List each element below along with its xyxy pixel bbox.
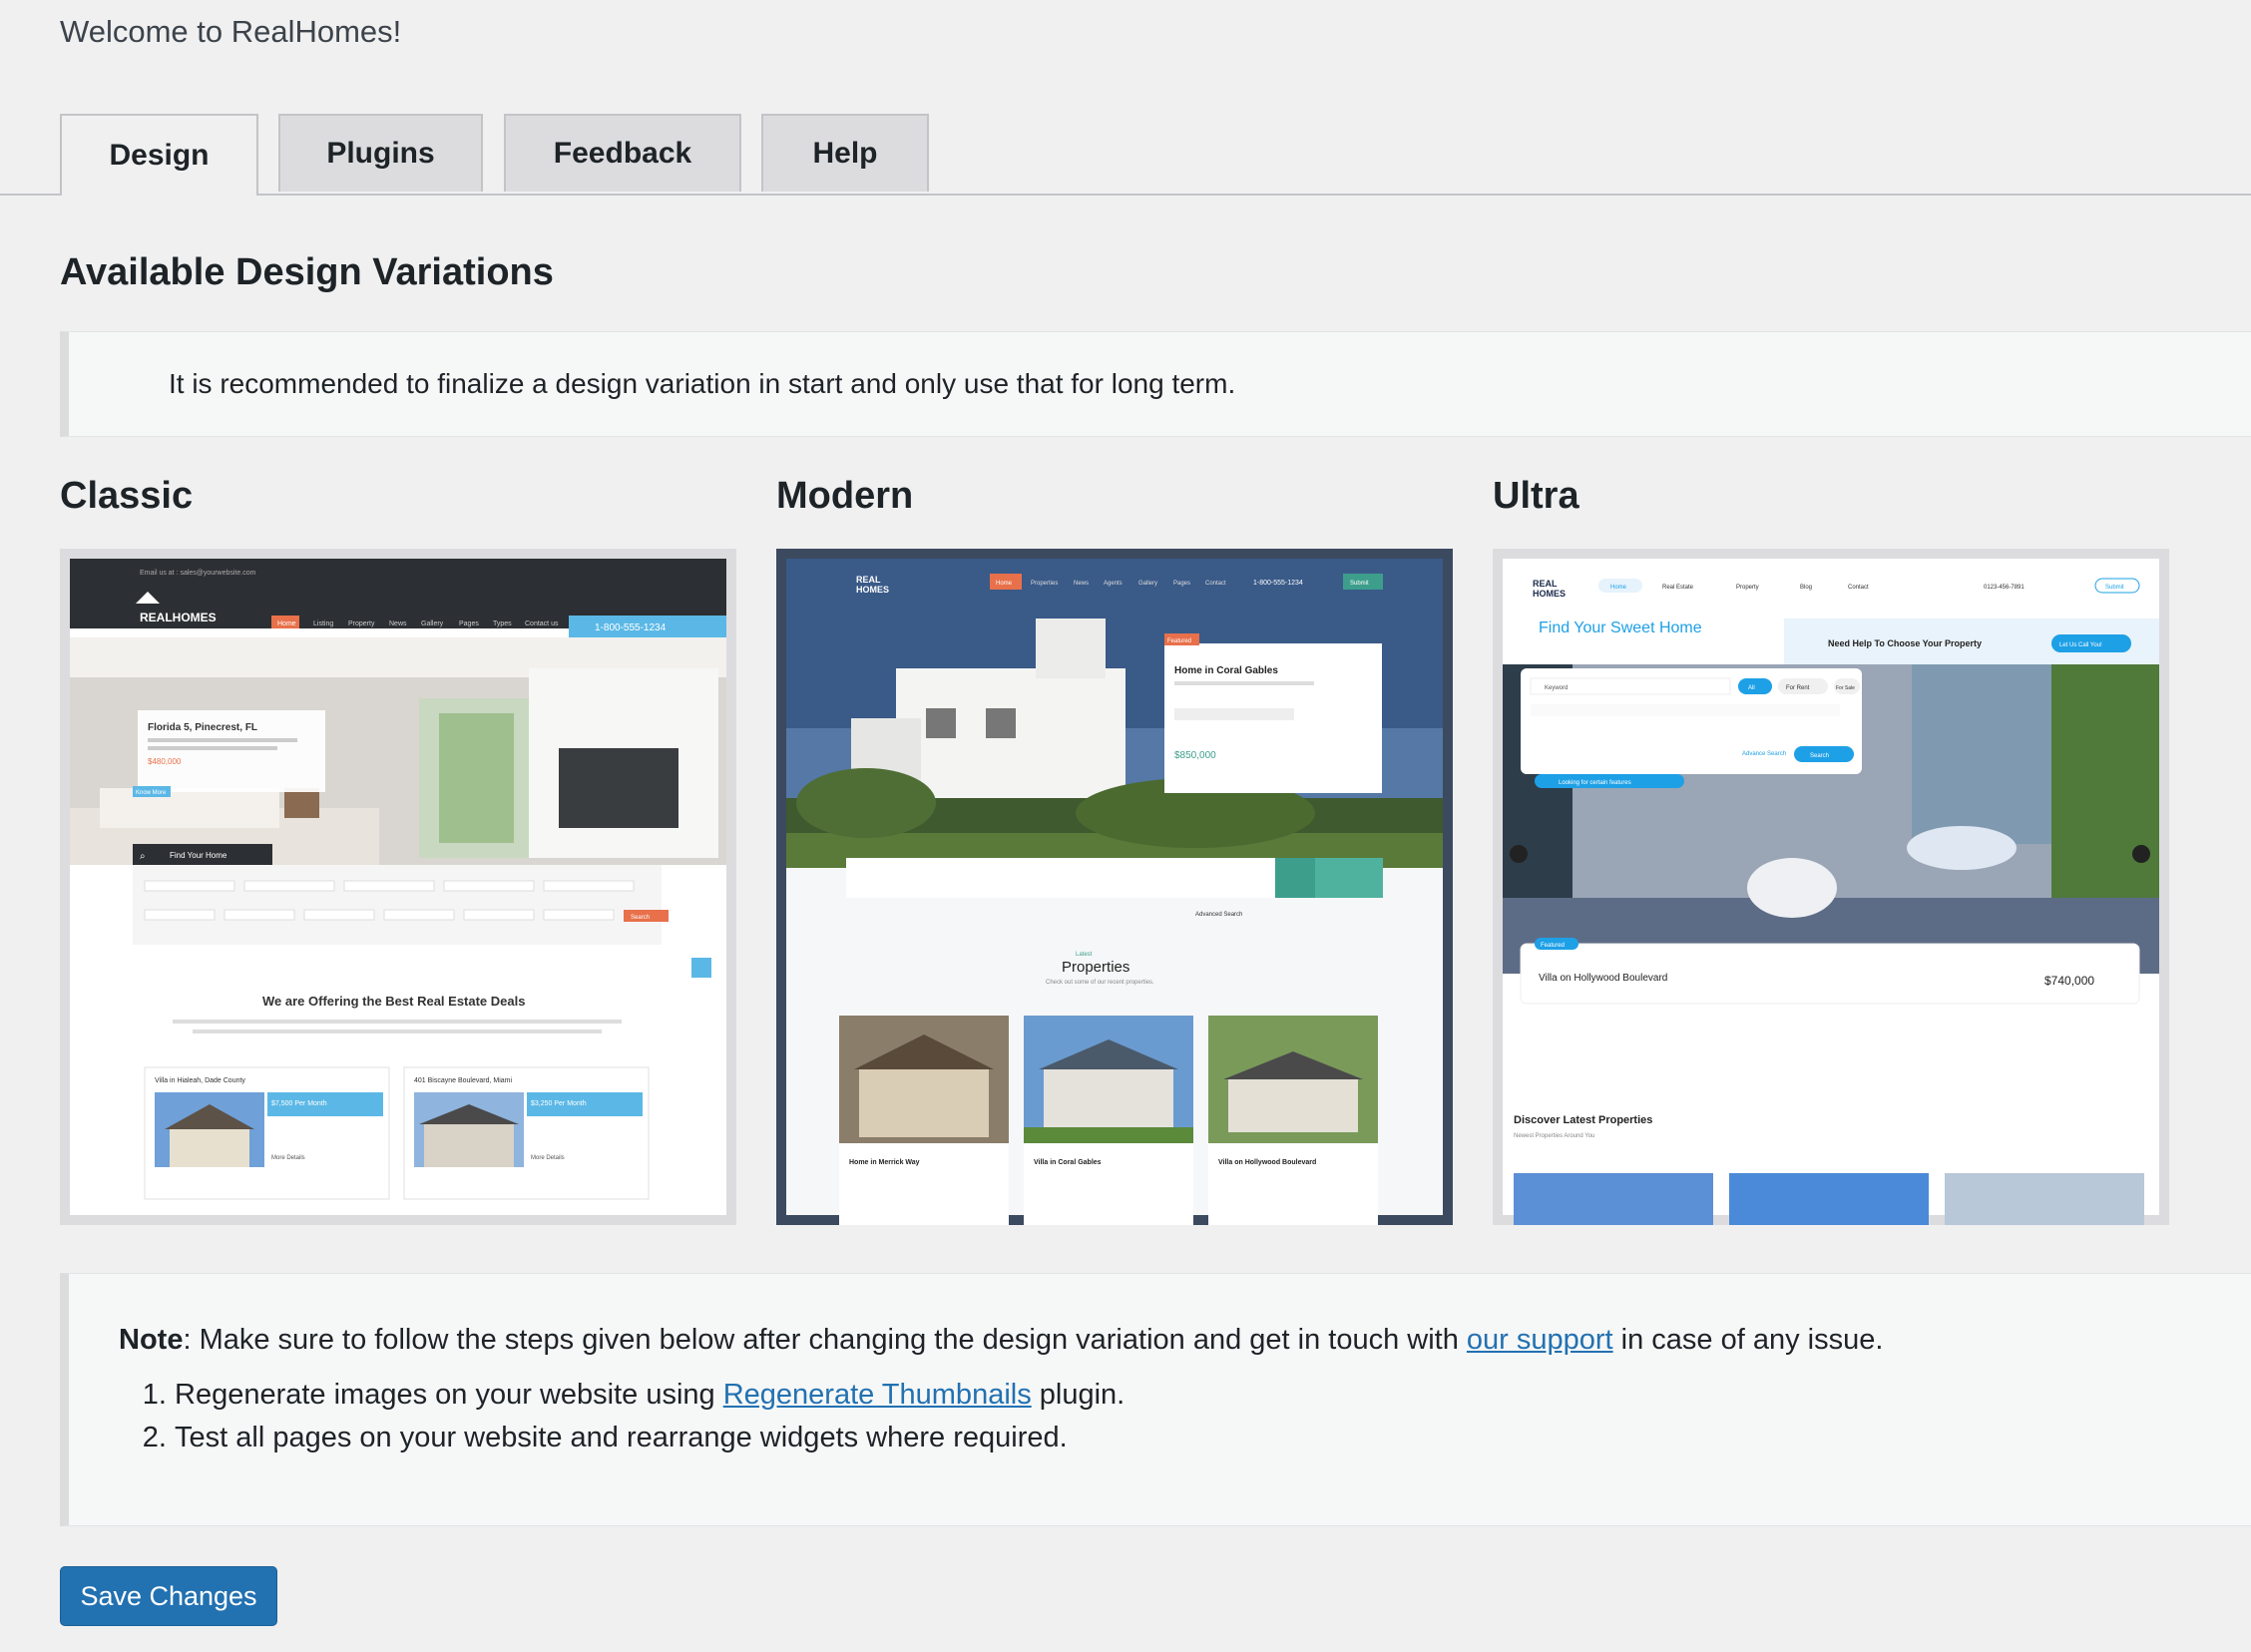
classic-hero-button: Know More (136, 790, 167, 796)
ultra-logo-line2: HOMES (1533, 589, 1566, 599)
classic-logo: REALHOMES (140, 611, 217, 624)
note-label: Note (119, 1324, 184, 1356)
ultra-logo-line1: REAL (1533, 579, 1558, 589)
ultra-tab-rent: For Rent (1786, 685, 1810, 691)
ultra-submit: Submit (2105, 585, 2124, 591)
step-text: Regenerate images on your website using (175, 1379, 723, 1411)
classic-listing2-price: $3,250 Per Month (531, 1100, 587, 1107)
ultra-advance-search: Advance Search (1742, 751, 1786, 757)
modern-nav-pages: Pages (1173, 581, 1190, 587)
search-icon: ⌕ (140, 851, 146, 862)
classic-nav-types: Types (493, 620, 512, 627)
classic-hero-title: Florida 5, Pinecrest, FL (148, 722, 257, 733)
modern-prop2: Villa in Coral Gables (1034, 1159, 1102, 1166)
classic-nav-contact: Contact us (525, 620, 559, 627)
welcome-heading: Welcome to RealHomes! (60, 14, 402, 49)
tab-plugins[interactable]: Plugins (278, 114, 483, 192)
ultra-discover: Discover Latest Properties (1514, 1114, 1652, 1126)
ultra-nav-contact: Contact (1848, 585, 1869, 591)
ultra-keyword: Keyword (1545, 685, 1568, 691)
modern-nav-gallery: Gallery (1138, 581, 1157, 587)
ultra-featured-tag: Featured (1541, 943, 1565, 949)
recommendation-notice: It is recommended to finalize a design v… (60, 331, 2251, 437)
tab-design[interactable]: Design (60, 114, 258, 196)
ultra-nav-home: Home (1610, 585, 1627, 591)
classic-hero-price: $480,000 (148, 757, 182, 766)
classic-nav-news: News (389, 620, 407, 627)
classic-nav-home: Home (277, 620, 296, 627)
ultra-nav-blog: Blog (1800, 585, 1812, 591)
step-item: Test all pages on your website and rearr… (175, 1422, 2251, 1454)
modern-phone: 1-800-555-1234 (1253, 580, 1303, 587)
ultra-phone: 0123-456-7891 (1984, 585, 2025, 591)
ultra-headline: Find Your Sweet Home (1539, 620, 1702, 636)
tab-feedback[interactable]: Feedback (504, 114, 741, 192)
tab-help[interactable]: Help (761, 114, 929, 192)
modern-card-title: Home in Coral Gables (1174, 665, 1278, 676)
modern-submit: Submit (1350, 581, 1369, 587)
classic-search-title: Find Your Home (170, 851, 227, 860)
modern-featured-tag: Featured (1167, 638, 1191, 644)
modern-logo-line2: HOMES (856, 585, 889, 595)
classic-label: Classic (60, 475, 194, 517)
classic-phone: 1-800-555-1234 (595, 622, 667, 633)
note-text: Note: Make sure to follow the steps give… (119, 1324, 2251, 1357)
modern-section-small: Latest (1076, 952, 1093, 958)
modern-thumbnail[interactable]: REAL HOMES Home Properties News Agents G… (776, 549, 1453, 1225)
ultra-discover-sub: Newest Properties Around You (1514, 1133, 1594, 1139)
modern-prop3: Villa on Hollywood Boulevard (1218, 1159, 1316, 1166)
classic-listing1-price: $7,500 Per Month (271, 1100, 327, 1107)
classic-nav-property: Property (348, 620, 375, 627)
ultra-looking: Looking for certain features (1559, 780, 1631, 786)
classic-search-button: Search (631, 915, 650, 921)
tab-bar: Design Plugins Feedback Help (0, 114, 2251, 196)
modern-card-price: $850,000 (1174, 750, 1216, 761)
ultra-search: Search (1810, 753, 1829, 759)
classic-email: Email us at : sales@yourwebsite.com (140, 570, 256, 577)
save-changes-button[interactable]: Save Changes (60, 1566, 277, 1626)
classic-nav-listing: Listing (313, 620, 333, 627)
ultra-card-title: Villa on Hollywood Boulevard (1539, 973, 1667, 984)
recommendation-text: It is recommended to finalize a design v… (169, 368, 1236, 399)
classic-listing2-more: More Details (531, 1155, 565, 1161)
note-notice: Note: Make sure to follow the steps give… (60, 1273, 2251, 1526)
ultra-tab-sale: For Sale (1836, 685, 1855, 691)
modern-nav-news: News (1074, 581, 1089, 587)
ultra-tab-all: All (1748, 685, 1755, 691)
modern-label: Modern (776, 475, 914, 517)
classic-thumbnail[interactable]: Email us at : sales@yourwebsite.com REAL… (60, 549, 736, 1225)
ultra-nav-realestate: Real Estate (1662, 585, 1694, 591)
modern-advanced-search: Advanced Search (1195, 912, 1242, 918)
note-text-before: : Make sure to follow the steps given be… (183, 1324, 1467, 1356)
steps-list: Regenerate images on your website using … (119, 1379, 2251, 1454)
modern-section-title: Properties (1062, 959, 1129, 976)
modern-prop1: Home in Merrick Way (849, 1159, 920, 1166)
modern-nav-contact: Contact (1205, 581, 1226, 587)
classic-nav-pages: Pages (459, 620, 479, 627)
step-text-after: plugin. (1031, 1379, 1126, 1411)
classic-listing1-title: Villa in Hialeah, Dade County (155, 1077, 245, 1084)
step-text: Test all pages on your website and rearr… (175, 1422, 1068, 1453)
step-item: Regenerate images on your website using … (175, 1379, 2251, 1412)
modern-nav-home: Home (996, 581, 1013, 587)
modern-nav-agents: Agents (1104, 581, 1123, 587)
section-title: Available Design Variations (60, 251, 554, 293)
modern-section-sub: Check out some of our recent properties. (1046, 980, 1154, 986)
ultra-call-button: Let Us Call You! (2059, 642, 2102, 648)
ultra-card-price: $740,000 (2044, 974, 2094, 988)
ultra-nav-property: Property (1736, 585, 1759, 591)
support-link[interactable]: our support (1467, 1324, 1613, 1356)
modern-nav-properties: Properties (1031, 581, 1058, 587)
classic-listing2-title: 401 Biscayne Boulevard, Miami (414, 1077, 512, 1084)
classic-nav-gallery: Gallery (421, 620, 444, 627)
classic-offer-title: We are Offering the Best Real Estate Dea… (262, 994, 525, 1009)
modern-logo-line1: REAL (856, 575, 881, 585)
classic-listing1-more: More Details (271, 1155, 305, 1161)
ultra-label: Ultra (1493, 475, 1579, 517)
ultra-thumbnail[interactable]: REAL HOMES Home Real Estate Property Blo… (1493, 549, 2169, 1225)
regenerate-thumbnails-link[interactable]: Regenerate Thumbnails (723, 1379, 1032, 1411)
ultra-help: Need Help To Choose Your Property (1828, 638, 1982, 648)
note-text-after: in case of any issue. (1612, 1324, 1884, 1356)
